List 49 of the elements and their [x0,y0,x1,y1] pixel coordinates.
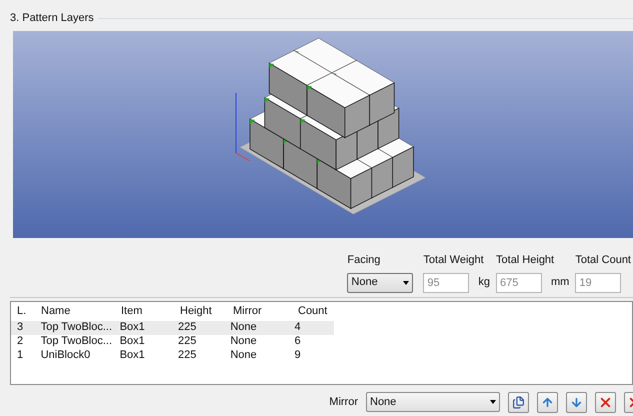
facing-dropdown[interactable]: None [347,272,414,292]
group-title: 3. Pattern Layers [10,11,94,26]
table-cell-text: Box1 [120,320,146,336]
table-cell-text: Box1 [120,348,146,364]
column-header[interactable]: Item [121,302,180,320]
table-cell-text: 1 [17,348,24,364]
table-cell-text: 225 [178,348,198,364]
column-header[interactable]: Mirror [233,302,298,320]
table-cell-text: 225 [178,320,198,336]
table-cell-text: None [230,348,258,364]
table-cell-text: Box1 [120,334,146,350]
total-field[interactable]: 675 [496,272,542,292]
copy-icon [512,396,525,408]
column-header[interactable]: L. [17,302,41,320]
dropdown-caret-icon [490,400,496,404]
total-label: Total Height [496,253,556,268]
3d-viewport[interactable] [13,30,633,238]
move-down-button[interactable] [566,392,587,412]
table-row[interactable]: 2 Top TwoBloc... Box1 225 None 6 [11,334,334,348]
total-field[interactable]: 95 [423,272,470,292]
move-up-button[interactable] [537,392,558,412]
mirror-dropdown[interactable]: None [366,392,500,412]
table-cell-text: None [230,334,258,350]
column-header[interactable]: Height [180,302,233,320]
table-cell-text: 6 [294,334,302,350]
table-cell-text: 9 [294,348,302,364]
table-cell-text: Top TwoBloc... [40,334,114,350]
total-label: Total Weight [423,253,485,268]
table-cell-text: None [230,320,258,336]
dropdown-caret-icon [403,280,410,284]
copy-button[interactable] [508,392,529,412]
up-arrow-icon [541,396,554,408]
table-cell-text: 2 [17,334,24,350]
unit-label: mm [551,275,570,290]
column-header[interactable]: Count [298,302,338,320]
facing-label: Facing [347,253,382,268]
table-row[interactable]: 3 Top TwoBloc... Box1 225 None 4 [11,320,334,334]
table-cell-text: 225 [178,334,198,350]
table-cell-text: UniBlock0 [40,348,92,364]
down-arrow-icon [570,396,583,408]
table-cell-text: 3 [17,320,24,336]
table-cell-text: Top TwoBloc... [40,320,114,336]
delete-button[interactable] [595,392,616,412]
table-cell-text: 4 [294,320,302,336]
total-field[interactable]: 19 [575,272,622,292]
unit-label: kg [478,275,490,290]
column-header[interactable]: Name [41,302,121,320]
mirror-label: Mirror [329,394,358,410]
total-label: Total Count [575,253,631,268]
